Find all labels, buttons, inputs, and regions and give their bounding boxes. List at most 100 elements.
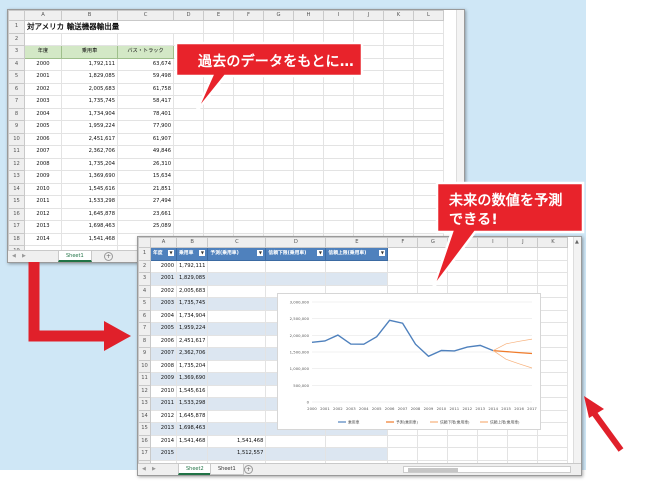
cell[interactable] [173,120,204,134]
cell[interactable] [323,120,354,134]
data-cell[interactable]: 1,541,468 [207,434,267,448]
data-cell[interactable] [325,272,389,286]
cell[interactable] [173,82,204,96]
data-cell[interactable]: 1,533,298 [61,195,118,209]
cell[interactable] [263,107,294,121]
cell[interactable] [173,207,204,221]
cell[interactable] [293,20,324,34]
cell[interactable] [263,195,294,209]
data-cell[interactable]: 1,698,463 [175,422,209,436]
cell[interactable] [233,95,264,109]
row-header[interactable]: 9 [138,347,151,361]
cell[interactable] [203,70,234,84]
column-header[interactable]: H [447,237,479,248]
data-cell[interactable] [207,259,267,273]
cell[interactable] [537,347,569,361]
cell[interactable] [447,447,479,461]
cell[interactable] [353,157,384,171]
cell[interactable] [537,297,569,311]
cell[interactable] [203,82,234,96]
cell[interactable] [507,259,539,273]
cell[interactable] [413,132,444,146]
data-cell[interactable]: 2012 [24,207,62,221]
column-header[interactable]: I [477,237,509,248]
data-cell[interactable]: 63,674 [117,57,174,71]
data-cell[interactable]: 2,362,706 [175,347,209,361]
tab-nav-next-icon-2[interactable]: ▶ [152,464,156,475]
cell[interactable] [507,272,539,286]
cell[interactable] [477,259,509,273]
cell[interactable] [383,32,414,46]
data-cell[interactable]: 2000 [150,259,177,273]
cell[interactable] [413,95,444,109]
data-cell[interactable]: 2007 [150,347,177,361]
cell[interactable] [173,170,204,184]
data-cell[interactable]: 2008 [150,359,177,373]
data-cell[interactable] [265,434,327,448]
data-cell[interactable]: 2004 [150,309,177,323]
cell[interactable] [537,447,569,461]
cell[interactable] [507,447,539,461]
cell[interactable] [353,57,384,71]
data-cell[interactable]: 2010 [150,384,177,398]
cell[interactable] [413,207,444,221]
data-cell[interactable]: 2015 [150,447,177,461]
cell[interactable] [323,220,354,234]
cell[interactable] [173,132,204,146]
cell[interactable] [447,434,479,448]
data-cell[interactable]: 2,451,617 [61,132,118,146]
data-cell[interactable]: 1,792,111 [175,259,209,273]
cell[interactable] [417,434,449,448]
cell[interactable] [233,107,264,121]
row-header[interactable]: 13 [8,170,25,184]
cell[interactable] [263,95,294,109]
column-header[interactable]: G [263,10,294,21]
data-cell[interactable]: 2006 [24,132,62,146]
cell[interactable] [417,247,449,261]
column-header[interactable]: D [265,237,327,248]
tab-sheet2[interactable]: Sheet2 [178,464,212,475]
data-cell[interactable]: 2000 [24,57,62,71]
data-cell[interactable]: 2003 [150,297,177,311]
row-header[interactable]: 1 [138,247,151,261]
cell[interactable] [387,272,419,286]
data-cell[interactable] [207,309,267,323]
cell[interactable] [203,32,234,46]
data-cell[interactable]: 2011 [150,397,177,411]
data-cell[interactable]: 1,541,468 [61,232,118,246]
cell[interactable] [233,32,264,46]
data-cell[interactable]: 2009 [150,372,177,386]
cell[interactable] [537,422,569,436]
data-cell[interactable]: 1,541,468 [175,434,209,448]
data-cell[interactable]: 26,310 [117,157,174,171]
cell[interactable] [173,70,204,84]
column-header[interactable]: L [413,10,444,21]
cell[interactable] [537,309,569,323]
cell[interactable] [477,434,509,448]
data-cell[interactable] [175,447,209,461]
data-cell[interactable]: 1,698,463 [61,220,118,234]
cell[interactable] [203,157,234,171]
data-cell[interactable]: 1,645,878 [175,409,209,423]
data-cell[interactable] [207,347,267,361]
data-cell[interactable] [325,447,389,461]
cell[interactable] [173,220,204,234]
horizontal-scrollbar[interactable] [403,466,571,473]
data-cell[interactable] [207,397,267,411]
data-cell[interactable] [207,422,267,436]
data-cell[interactable] [207,384,267,398]
cell[interactable] [537,322,569,336]
cell[interactable] [233,145,264,159]
data-cell[interactable]: 23,661 [117,207,174,221]
cell[interactable] [203,207,234,221]
cell[interactable] [203,132,234,146]
cell[interactable] [353,145,384,159]
cell[interactable] [353,120,384,134]
data-cell[interactable]: 2006 [150,334,177,348]
cell[interactable] [263,145,294,159]
row-header[interactable]: 14 [138,409,151,423]
cell[interactable] [293,82,324,96]
cell[interactable] [413,170,444,184]
column-header[interactable]: E [325,237,389,248]
data-cell[interactable] [207,372,267,386]
